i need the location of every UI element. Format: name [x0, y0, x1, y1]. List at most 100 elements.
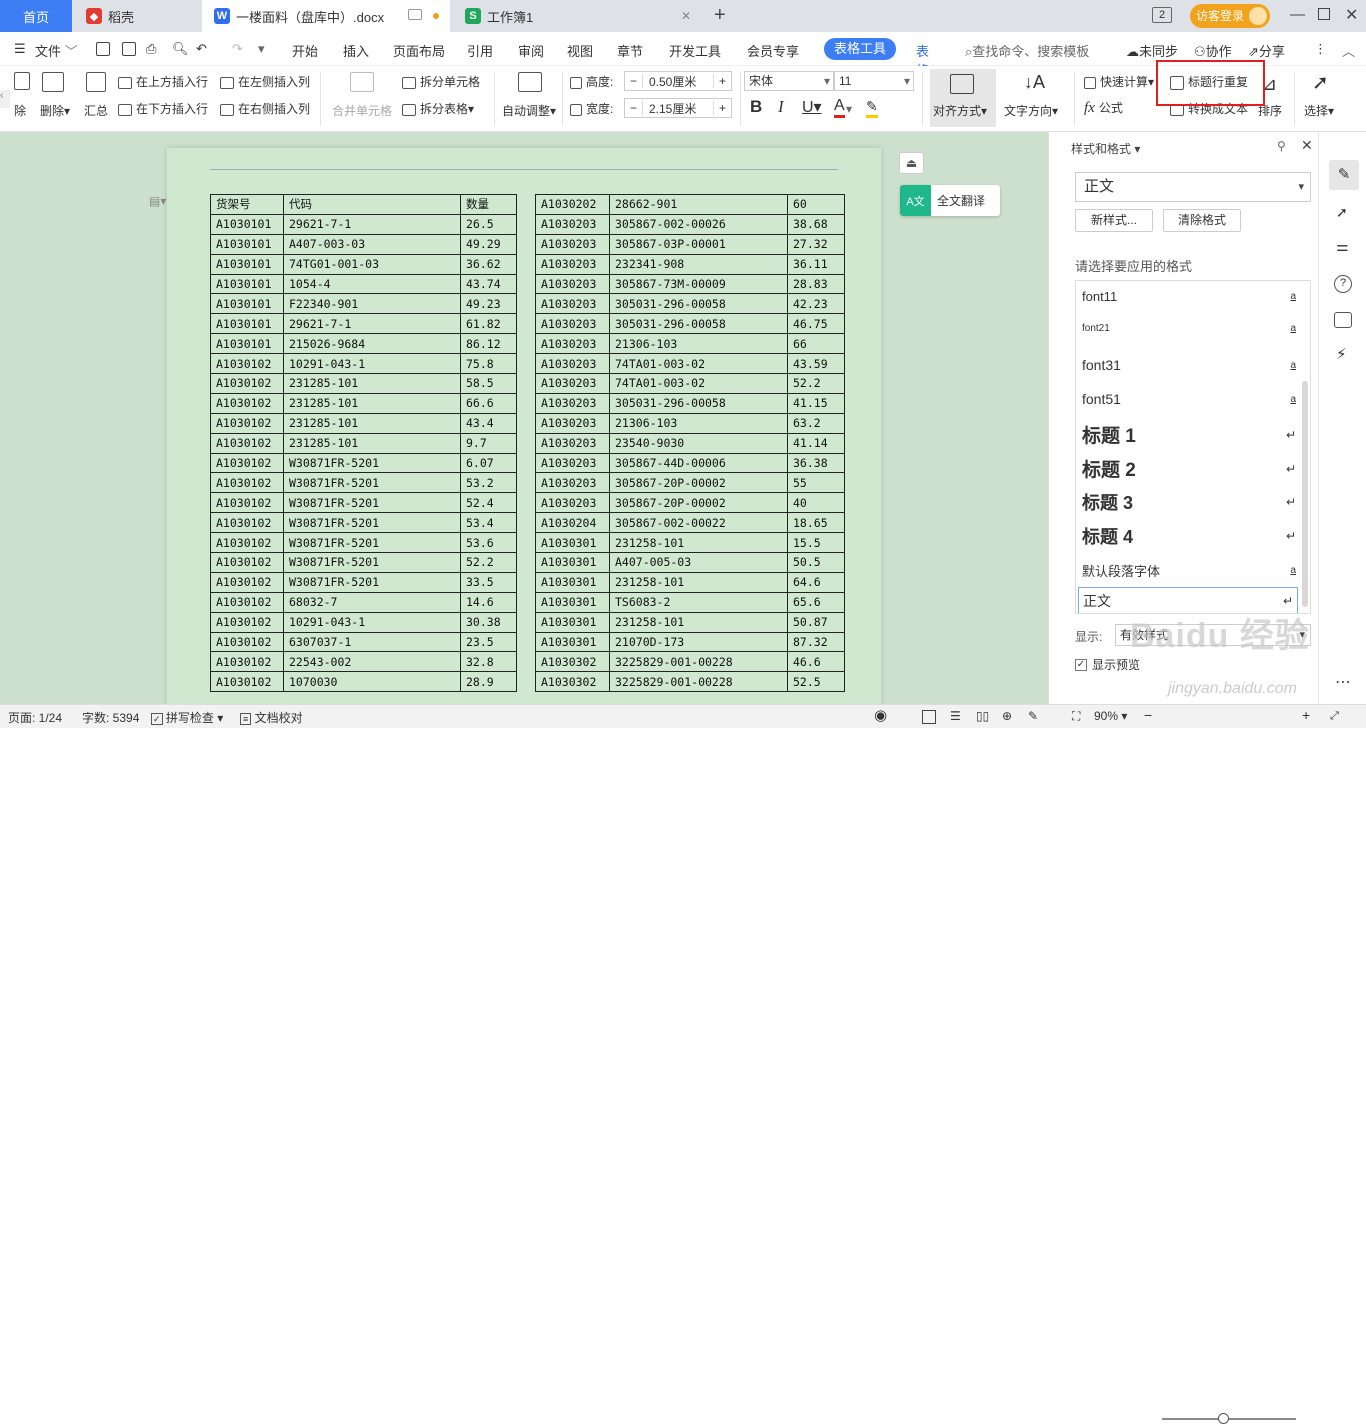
insert-row-below-button[interactable]: 在下方插入行 [118, 100, 208, 117]
height-plus-button[interactable]: + [713, 74, 731, 88]
table-cell[interactable]: A1030203 [535, 253, 610, 275]
table-cell[interactable]: A1030101 [210, 333, 284, 355]
document-canvas[interactable]: ▤▾ 货架号 代码 数量 A1030101 29621-7-1 26.5 A1030101 A… [0, 132, 1048, 704]
split-table-button[interactable]: 拆分表格▾ [402, 100, 474, 117]
table-cell[interactable]: 74TA01-003-02 [609, 373, 788, 394]
table-cell[interactable]: 63.2 [787, 412, 845, 434]
style-pen-icon[interactable]: ✎ [1329, 160, 1359, 190]
select-pointer-icon[interactable]: ➚ [1336, 204, 1348, 221]
table-cell[interactable]: A1030101 [210, 233, 284, 255]
table-cell[interactable]: 74TA01-003-02 [609, 353, 788, 375]
delete-button[interactable]: 删除▾ [40, 102, 70, 119]
bold-icon[interactable]: B [750, 97, 762, 117]
close-tab-icon[interactable]: ✕ [681, 9, 691, 23]
font-size-select[interactable]: 11 ▾ [834, 71, 914, 91]
tab-workbook[interactable]: S 工作簿1 ✕ [453, 0, 703, 32]
table-cell[interactable]: A1030203 [535, 353, 610, 375]
tab-daoke[interactable]: ◆ 稻壳 [72, 0, 202, 32]
table-cell[interactable]: W30871FR-5201 [283, 492, 461, 514]
table-cell[interactable]: W30871FR-5201 [283, 472, 461, 494]
page-count[interactable]: 页面: 1/24 [8, 709, 62, 726]
table-cell[interactable]: 33.5 [460, 571, 517, 593]
style-item-font51[interactable]: font51 a [1082, 391, 1296, 407]
table-cell[interactable]: A1030102 [210, 671, 284, 693]
zoom-in-icon[interactable]: + [1302, 707, 1310, 723]
inventory-table-left[interactable]: 货架号 代码 数量 A1030101 29621-7-1 26.5 A1030101 A407… [210, 194, 517, 693]
text-direction-button[interactable]: 文字方向▾ [1004, 102, 1058, 119]
width-value[interactable]: 2.15厘米 [643, 100, 713, 117]
table-cell[interactable]: 305867-20P-00002 [609, 472, 788, 494]
table-cell[interactable]: A1030301 [535, 611, 610, 633]
table-cell[interactable]: A1030102 [210, 432, 284, 454]
table-cell[interactable]: 14.6 [460, 591, 517, 613]
table-cell[interactable]: 43.4 [460, 412, 517, 434]
sync-status[interactable]: ☁未同步 [1126, 41, 1178, 60]
menu-reference[interactable]: 引用 [467, 41, 493, 60]
zoom-slider[interactable] [1162, 1418, 1296, 1420]
style-list[interactable]: font11 a font21 a font31 a font51 a 标题 1 ↵ 标题… [1075, 280, 1311, 614]
table-cell[interactable]: 6.07 [460, 452, 517, 474]
table-cell[interactable]: 36.11 [787, 253, 845, 275]
table-cell[interactable]: 21306-103 [609, 333, 788, 355]
styles-panel-title[interactable]: 样式和格式 ▾ [1071, 140, 1140, 157]
table-cell[interactable]: 46.6 [787, 651, 845, 673]
table-cell[interactable]: 42.23 [787, 293, 845, 315]
table-cell[interactable]: W30871FR-5201 [283, 452, 461, 474]
close-panel-icon[interactable]: ✕ [1301, 137, 1313, 154]
table-cell[interactable]: W30871FR-5201 [283, 512, 461, 534]
style-item-heading4[interactable]: 标题 4 ↵ [1082, 523, 1296, 549]
table-cell[interactable]: A1030203 [535, 213, 610, 235]
table-cell[interactable]: A407-003-03 [283, 233, 461, 255]
highlight-icon[interactable]: ✎ [866, 98, 878, 118]
formula-button[interactable]: fx 公式 [1084, 99, 1123, 117]
table-cell[interactable]: A1030203 [535, 472, 610, 494]
table-cell[interactable]: A1030102 [210, 611, 284, 633]
table-cell[interactable]: A1030102 [210, 532, 284, 554]
web-view-icon[interactable]: ⊕ [1002, 709, 1012, 723]
table-cell[interactable]: 58.5 [460, 373, 517, 394]
lightning-icon[interactable]: ⚡︎ [1336, 345, 1347, 363]
quick-access-dropdown-icon[interactable]: ▾ [258, 41, 265, 57]
table-cell[interactable]: A1030301 [535, 591, 610, 613]
table-cell[interactable]: A1030102 [210, 552, 284, 573]
table-cell[interactable]: A1030203 [535, 333, 610, 355]
table-cell[interactable]: 21306-103 [609, 412, 788, 434]
table-cell[interactable]: 38.68 [787, 213, 845, 235]
table-cell[interactable]: 10291-043-1 [283, 353, 461, 375]
table-cell[interactable]: 53.6 [460, 532, 517, 554]
eye-protection-icon[interactable]: ◉ [874, 706, 887, 724]
width-stepper[interactable]: − 2.15厘米 + [624, 98, 732, 118]
table-cell[interactable]: 21070D-173 [609, 631, 788, 653]
insert-row-above-button[interactable]: 在上方插入行 [118, 73, 208, 90]
table-cell[interactable]: 231258-101 [609, 611, 788, 633]
table-cell[interactable]: 3225829-001-00228 [609, 651, 788, 673]
menu-chapter[interactable]: 章节 [617, 41, 643, 60]
table-cell[interactable]: 305867-002-00026 [609, 213, 788, 235]
table-cell[interactable]: 50.87 [787, 611, 845, 633]
style-list-scrollbar[interactable] [1302, 381, 1308, 607]
zoom-level[interactable]: 90% ▾ [1094, 709, 1127, 723]
table-cell[interactable]: 28.83 [787, 273, 845, 295]
table-header-cell[interactable]: 代码 [283, 194, 461, 215]
table-cell[interactable]: A1030203 [535, 313, 610, 335]
table-cell[interactable]: 1070030 [283, 671, 461, 693]
reading-view-icon[interactable]: ▯▯ [976, 709, 989, 723]
style-item-font11[interactable]: font11 a [1082, 289, 1296, 304]
summary-button[interactable]: 汇总 [84, 102, 108, 119]
table-cell[interactable]: W30871FR-5201 [283, 532, 461, 554]
table-cell[interactable]: A1030203 [535, 293, 610, 315]
menu-review[interactable]: 审阅 [518, 41, 544, 60]
file-menu[interactable]: 文件 ﹀ [35, 41, 78, 60]
strip-more-icon[interactable]: ⋯ [1335, 672, 1351, 692]
width-plus-button[interactable]: + [713, 101, 731, 115]
table-cell[interactable]: 87.32 [787, 631, 845, 653]
preview-checkbox-row[interactable]: ✓ 显示预览 [1075, 656, 1140, 673]
paragraph-marker-icon[interactable]: ▤▾ [149, 194, 166, 208]
table-header-cell[interactable]: 货架号 [210, 194, 284, 215]
table-cell[interactable]: 231285-101 [283, 412, 461, 434]
table-cell[interactable]: 30.38 [460, 611, 517, 633]
delete-partial-button[interactable]: 除 [14, 102, 26, 119]
table-cell[interactable]: 215026-9684 [283, 333, 461, 355]
table-cell[interactable]: 52.4 [460, 492, 517, 514]
width-minus-button[interactable]: − [625, 101, 643, 115]
